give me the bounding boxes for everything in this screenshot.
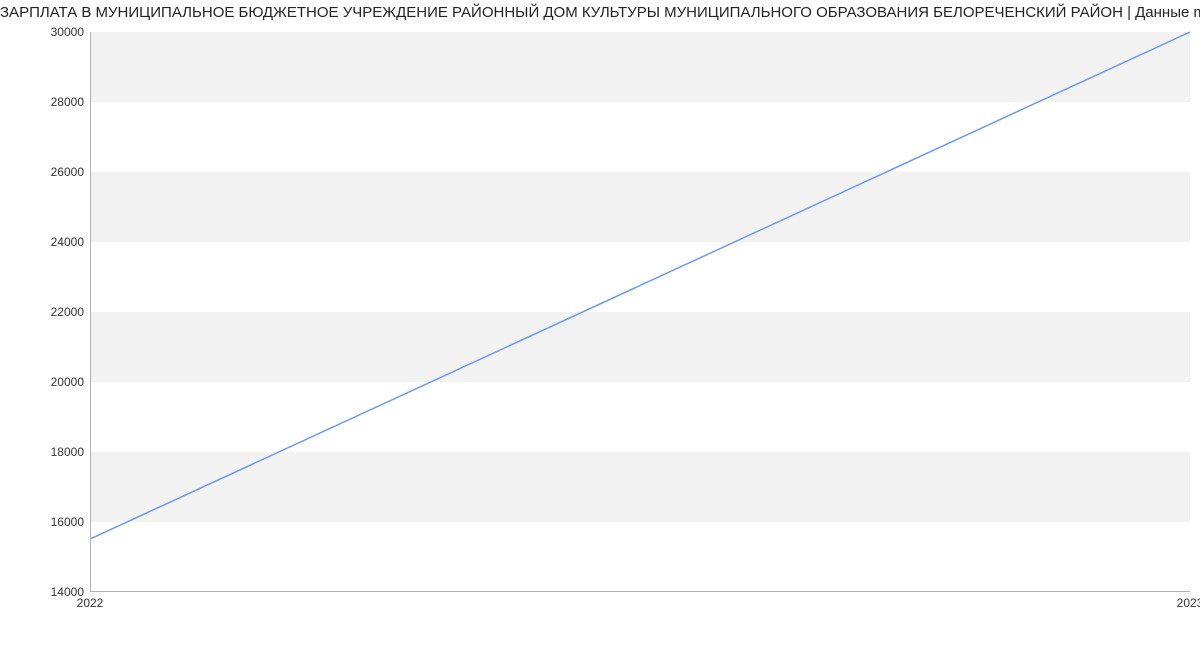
y-tick-label: 18000 [4,445,84,459]
y-tick-label: 16000 [4,515,84,529]
y-tick-label: 24000 [4,235,84,249]
y-tick-label: 20000 [4,375,84,389]
y-tick-label: 14000 [4,585,84,599]
x-tick-label: 2022 [77,596,104,610]
y-tick-label: 26000 [4,165,84,179]
plot-area [90,32,1190,592]
y-tick-label: 30000 [4,25,84,39]
x-tick-label: 2023 [1177,596,1200,610]
series-line [91,32,1190,539]
chart-title: ЗАРПЛАТА В МУНИЦИПАЛЬНОЕ БЮДЖЕТНОЕ УЧРЕЖ… [0,4,1200,21]
line-svg [91,32,1190,591]
y-tick-label: 22000 [4,305,84,319]
chart-container: ЗАРПЛАТА В МУНИЦИПАЛЬНОЕ БЮДЖЕТНОЕ УЧРЕЖ… [0,0,1200,650]
y-tick-label: 28000 [4,95,84,109]
